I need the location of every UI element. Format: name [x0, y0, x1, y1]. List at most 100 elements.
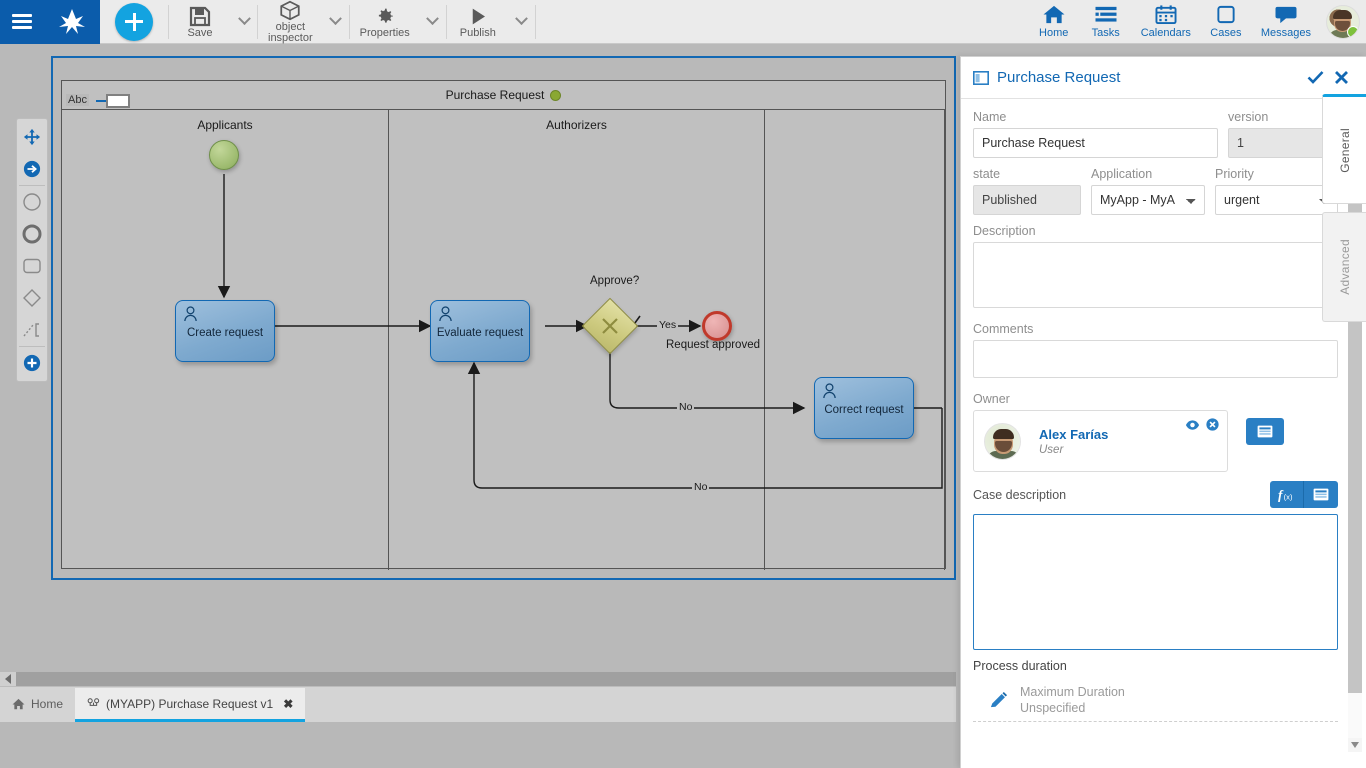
bpmn-pool[interactable]: Purchase Request Applicants Authorizers	[61, 80, 946, 570]
properties-button[interactable]: Properties	[350, 0, 420, 44]
task-label: Evaluate request	[436, 327, 524, 339]
start-event-node[interactable]	[209, 140, 239, 170]
case-fx-button[interactable]: f (x)	[1270, 481, 1304, 508]
name-input[interactable]	[973, 128, 1218, 158]
publish-dropdown-caret[interactable]	[509, 0, 535, 44]
owner-card[interactable]: Alex Farías User	[973, 410, 1228, 472]
description-label: Description	[973, 224, 1036, 238]
palette-end-event[interactable]	[17, 218, 47, 250]
gateway-x-icon	[602, 318, 618, 334]
panel-close-button[interactable]	[1328, 65, 1354, 91]
gear-icon	[378, 8, 393, 23]
pool-lanes: Applicants Authorizers Create request Ev…	[62, 109, 945, 570]
toolbar-divider	[534, 4, 536, 39]
avatar[interactable]	[1326, 4, 1360, 39]
pencil-icon[interactable]	[989, 691, 1008, 710]
calendars-nav-button[interactable]: Calendars	[1132, 0, 1200, 44]
name-version-row: Name version	[973, 110, 1338, 158]
hscroll-left-arrow[interactable]	[0, 672, 16, 686]
toolbar-right-group: Home Tasks Calendars Cases Messages	[1028, 0, 1366, 44]
maximum-duration-row[interactable]: Maximum Duration Unspecified	[973, 677, 1338, 722]
frame-handle-box[interactable]	[106, 94, 130, 108]
comments-textarea[interactable]	[973, 340, 1338, 378]
home-nav-label: Home	[1039, 27, 1069, 39]
object-inspector-dropdown-caret[interactable]	[323, 0, 349, 44]
save-dropdown-caret[interactable]	[231, 0, 257, 44]
panel-title: Purchase Request	[997, 69, 1121, 86]
save-label: Save	[187, 26, 213, 39]
remove-circle-glyph	[1206, 418, 1219, 431]
palette-move-tool[interactable]	[17, 121, 47, 153]
calendar-icon	[1155, 5, 1177, 25]
palette-association[interactable]	[17, 314, 47, 346]
home-small-icon	[12, 698, 25, 710]
taskbar-close-icon[interactable]: ✖	[283, 697, 293, 711]
task-correct-request[interactable]: Correct request	[814, 377, 914, 439]
frame-abc-label: Abc	[66, 94, 89, 106]
task-evaluate-request[interactable]: Evaluate request	[430, 300, 530, 362]
case-description-editor[interactable]	[973, 514, 1338, 650]
bizagi-brand-icon[interactable]	[55, 7, 89, 37]
task-create-request[interactable]: Create request	[175, 300, 275, 362]
document-taskbar: Home (MYAPP) Purchase Request v1 ✖	[0, 686, 956, 722]
check-icon	[1307, 71, 1323, 84]
case-description-header: Case description f (x)	[973, 481, 1338, 508]
state-select[interactable]: Published	[973, 185, 1081, 215]
taskbar-document-tab[interactable]: (MYAPP) Purchase Request v1 ✖	[75, 688, 306, 722]
add-new-button[interactable]	[115, 2, 153, 41]
lane-third[interactable]	[765, 110, 945, 570]
properties-dropdown-caret[interactable]	[420, 0, 446, 44]
gateway-approve[interactable]	[581, 297, 639, 355]
save-button[interactable]: Save	[169, 0, 231, 44]
panel-scroll-down[interactable]	[1348, 738, 1362, 752]
panel-side-tabs: General Advanced	[1322, 94, 1366, 322]
start-event-icon	[23, 193, 41, 211]
maximum-duration-title: Maximum Duration	[1020, 685, 1125, 699]
list-picker-icon	[1313, 488, 1329, 501]
tab-advanced[interactable]: Advanced	[1322, 212, 1366, 322]
case-description-group: Case description f (x)	[973, 481, 1338, 650]
palette-sequence-flow[interactable]	[17, 153, 47, 185]
taskbar-home-button[interactable]: Home	[0, 686, 75, 722]
description-textarea[interactable]	[973, 242, 1338, 308]
user-task-icon	[823, 383, 836, 399]
owner-picker-button[interactable]	[1246, 418, 1284, 445]
task-icon	[23, 258, 41, 274]
case-picker-button[interactable]	[1304, 481, 1338, 508]
taskbar-document-label: (MYAPP) Purchase Request v1	[106, 696, 274, 711]
hscroll-thumb[interactable]	[16, 672, 956, 686]
eye-icon[interactable]	[1185, 418, 1200, 436]
lane-title: Applicants	[197, 118, 253, 132]
palette-task[interactable]	[17, 250, 47, 282]
publish-button[interactable]: Publish	[447, 0, 509, 44]
palette-add-element[interactable]	[17, 347, 47, 379]
palette-gateway[interactable]	[17, 282, 47, 314]
chevron-down-icon	[237, 12, 251, 26]
hamburger-icon[interactable]	[11, 14, 32, 29]
remove-circle-icon[interactable]	[1206, 418, 1219, 436]
taskbar-home-label: Home	[31, 697, 64, 711]
priority-select[interactable]: urgent	[1215, 185, 1338, 215]
tasks-nav-button[interactable]: Tasks	[1080, 0, 1132, 44]
end-event-approved[interactable]	[702, 311, 732, 341]
tab-general[interactable]: General	[1322, 94, 1366, 204]
cube-icon	[280, 0, 300, 21]
palette-start-event[interactable]	[17, 186, 47, 218]
owner-label: Owner	[973, 392, 1010, 406]
tab-general-label: General	[1337, 127, 1352, 173]
cases-nav-button[interactable]: Cases	[1200, 0, 1252, 44]
hscroll-track[interactable]	[16, 672, 956, 686]
panel-confirm-button[interactable]	[1302, 65, 1328, 91]
priority-group: Priority urgent	[1215, 167, 1338, 215]
home-nav-button[interactable]: Home	[1028, 0, 1080, 44]
state-label: state	[973, 167, 1001, 181]
application-group: Application MyApp - MyA	[1091, 167, 1205, 215]
messages-nav-button[interactable]: Messages	[1252, 0, 1320, 44]
object-inspector-label-line2: inspector	[268, 32, 313, 44]
object-inspector-button[interactable]: object inspector	[258, 0, 323, 44]
play-icon	[472, 8, 485, 24]
user-task-icon	[439, 306, 452, 322]
application-select[interactable]: MyApp - MyA	[1091, 185, 1205, 215]
canvas-hscrollbar[interactable]	[0, 672, 956, 686]
process-duration-group: Process duration Maximum Duration Unspec…	[973, 659, 1338, 722]
